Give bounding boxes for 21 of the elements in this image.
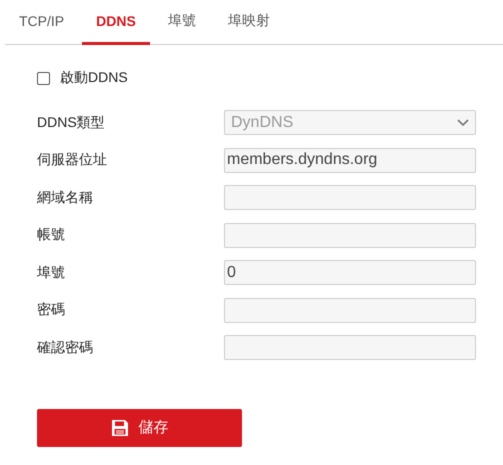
field-label: 伺服器位址 <box>37 151 108 170</box>
field-label: 帳號 <box>37 226 66 244</box>
input-field[interactable]: members.dyndns.org <box>224 148 476 173</box>
field-label: DDNS類型 <box>37 114 106 132</box>
input-field[interactable]: 0 <box>224 260 476 286</box>
tab[interactable]: TCP/IP <box>5 0 78 45</box>
tab[interactable]: DDNS <box>82 0 150 45</box>
field-label: 網域名稱 <box>37 188 94 207</box>
input-field[interactable] <box>224 335 476 360</box>
checkbox[interactable] <box>37 72 50 84</box>
save-button[interactable]: 儲存 <box>37 408 242 446</box>
field-label: 密碼 <box>37 301 66 320</box>
tab[interactable]: 埠號 <box>154 0 210 45</box>
chevron-down-icon <box>457 118 469 127</box>
tab[interactable]: 埠映射 <box>214 0 284 45</box>
input-field[interactable] <box>224 222 476 248</box>
field-label: 埠號 <box>37 264 66 282</box>
input-field[interactable] <box>224 185 476 210</box>
field-label: 確認密碼 <box>37 338 94 357</box>
checkbox-label: 啟動DDNS <box>60 69 128 87</box>
input-field[interactable] <box>224 298 476 323</box>
